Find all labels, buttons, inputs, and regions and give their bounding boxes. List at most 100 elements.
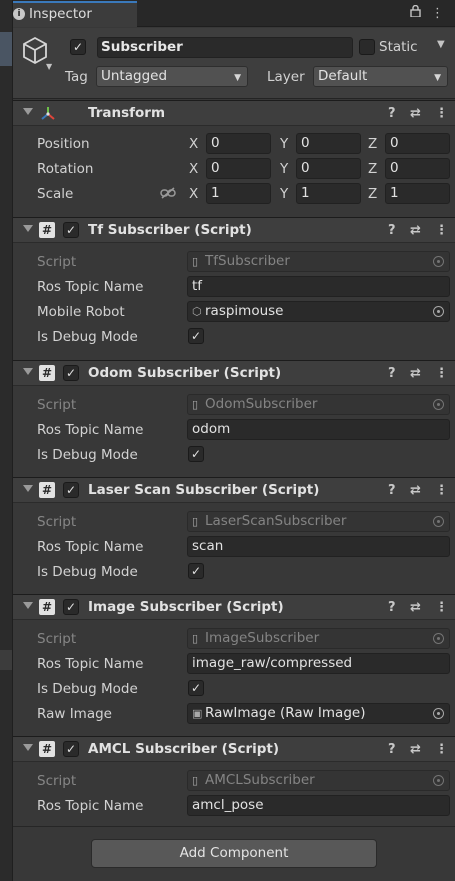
ros-topic-name-field[interactable]: scan [187,536,450,557]
tag-dropdown[interactable]: Untagged ▼ [96,66,248,87]
rotation-z-field[interactable]: 0 [385,158,450,179]
script-label: Script [37,773,77,789]
is-debug-mode-checkbox[interactable]: ✓ [188,446,204,462]
preset-icon[interactable]: ⇄ [410,104,421,124]
help-icon[interactable]: ? [388,740,396,760]
csharp-script-icon: # [39,741,55,757]
kebab-menu-icon[interactable]: ⋮ [435,740,448,760]
kebab-menu-icon[interactable]: ⋮ [431,6,450,21]
tf-subscriber-header[interactable]: # ✓ Tf Subscriber (Script) ? ⇄ ⋮ [13,217,455,243]
mobile-robot-label: Mobile Robot [37,304,125,320]
fold-arrow-icon[interactable] [23,602,33,609]
preset-icon[interactable]: ⇄ [410,364,421,384]
static-dropdown-arrow-icon[interactable]: ▼ [437,39,445,50]
script-field: ▯ ImageSubscriber [187,628,450,649]
axis-x-label: X [189,136,199,152]
add-component-button[interactable]: Add Component [91,839,377,868]
ros-topic-name-field[interactable]: odom [187,419,450,440]
script-file-icon: ▯ [192,515,199,528]
script-label: Script [37,514,77,530]
info-icon: i [13,8,25,20]
scale-z-field[interactable]: 1 [385,183,450,204]
component-enabled-checkbox[interactable]: ✓ [63,222,79,238]
script-label: Script [37,397,77,413]
scale-y-field[interactable]: 1 [296,183,361,204]
rotation-y-field[interactable]: 0 [296,158,361,179]
help-icon[interactable]: ? [388,221,396,241]
is-debug-mode-checkbox[interactable]: ✓ [188,328,204,344]
tab-controls: ⋮ [410,4,450,21]
transform-axes-icon [39,105,57,126]
mobile-robot-field[interactable]: ⬡ raspimouse [187,301,450,322]
position-y-field[interactable]: 0 [296,133,361,154]
raw-image-label: Raw Image [37,706,112,722]
layer-dropdown[interactable]: Default ▼ [313,66,448,87]
is-debug-mode-checkbox[interactable]: ✓ [188,563,204,579]
position-x-field[interactable]: 0 [206,133,271,154]
object-picker-icon[interactable] [433,306,444,317]
raw-image-field[interactable]: ▣ RawImage (Raw Image) [187,703,450,724]
is-debug-mode-checkbox[interactable]: ✓ [188,680,204,696]
object-picker-icon[interactable] [433,708,444,719]
laser-scan-subscriber-header[interactable]: # ✓ Laser Scan Subscriber (Script) ? ⇄ ⋮ [13,477,455,503]
kebab-menu-icon[interactable]: ⋮ [435,104,448,124]
csharp-script-icon: # [39,482,55,498]
odom-subscriber-header[interactable]: # ✓ Odom Subscriber (Script) ? ⇄ ⋮ [13,360,455,386]
gameobject-name-field[interactable]: Subscriber [97,37,353,58]
component-enabled-checkbox[interactable]: ✓ [63,482,79,498]
prefab-cube-icon: ⬡ [192,305,202,318]
script-field: ▯ LaserScanSubscriber [187,511,450,532]
amcl-subscriber-header[interactable]: # ✓ AMCL Subscriber (Script) ? ⇄ ⋮ [13,736,455,762]
ros-topic-name-field[interactable]: image_raw/compressed [187,653,450,674]
constrain-proportions-icon[interactable] [160,186,176,204]
preset-icon[interactable]: ⇄ [410,740,421,760]
kebab-menu-icon[interactable]: ⋮ [435,221,448,241]
kebab-menu-icon[interactable]: ⋮ [435,481,448,501]
image-subscriber-header[interactable]: # ✓ Image Subscriber (Script) ? ⇄ ⋮ [13,594,455,620]
icon-dropdown-arrow-icon[interactable]: ▼ [46,62,52,71]
kebab-menu-icon[interactable]: ⋮ [435,598,448,618]
component-header-buttons: ? ⇄ ⋮ [388,598,450,618]
component-title: Laser Scan Subscriber (Script) [88,482,320,498]
fold-arrow-icon[interactable] [23,368,33,375]
static-label: Static [379,39,418,55]
static-checkbox[interactable] [359,39,375,55]
transform-header[interactable]: Transform ? ⇄ ⋮ [13,100,455,126]
fold-arrow-icon[interactable] [23,485,33,492]
axis-y-label: Y [280,161,289,177]
fold-arrow-icon[interactable] [23,744,33,751]
preset-icon[interactable]: ⇄ [410,598,421,618]
object-picker-icon [433,775,444,786]
chevron-down-icon: ▼ [434,73,441,83]
scale-x-field[interactable]: 1 [206,183,271,204]
kebab-menu-icon[interactable]: ⋮ [435,364,448,384]
object-picker-icon [433,256,444,267]
preset-icon[interactable]: ⇄ [410,221,421,241]
rotation-x-field[interactable]: 0 [206,158,271,179]
ros-topic-name-field[interactable]: amcl_pose [187,795,450,816]
tag-label: Tag [65,69,88,85]
script-label: Script [37,254,77,270]
help-icon[interactable]: ? [388,598,396,618]
lock-icon[interactable] [410,4,431,21]
active-checkbox[interactable]: ✓ [70,39,86,55]
csharp-script-icon: # [39,599,55,615]
component-enabled-checkbox[interactable]: ✓ [63,741,79,757]
fold-arrow-icon[interactable] [23,225,33,232]
tab-inspector[interactable]: i Inspector [13,1,137,27]
help-icon[interactable]: ? [388,364,396,384]
preset-icon[interactable]: ⇄ [410,481,421,501]
script-file-icon: ▯ [192,632,199,645]
component-enabled-checkbox[interactable]: ✓ [63,599,79,615]
help-icon[interactable]: ? [388,481,396,501]
component-header-buttons: ? ⇄ ⋮ [388,104,450,124]
fold-arrow-icon[interactable] [23,108,33,115]
axis-y-label: Y [280,186,289,202]
ros-topic-name-field[interactable]: tf [187,276,450,297]
help-icon[interactable]: ? [388,104,396,124]
object-picker-icon [433,633,444,644]
is-debug-mode-label: Is Debug Mode [37,447,138,463]
component-enabled-checkbox[interactable]: ✓ [63,365,79,381]
is-debug-mode-label: Is Debug Mode [37,564,138,580]
position-z-field[interactable]: 0 [385,133,450,154]
